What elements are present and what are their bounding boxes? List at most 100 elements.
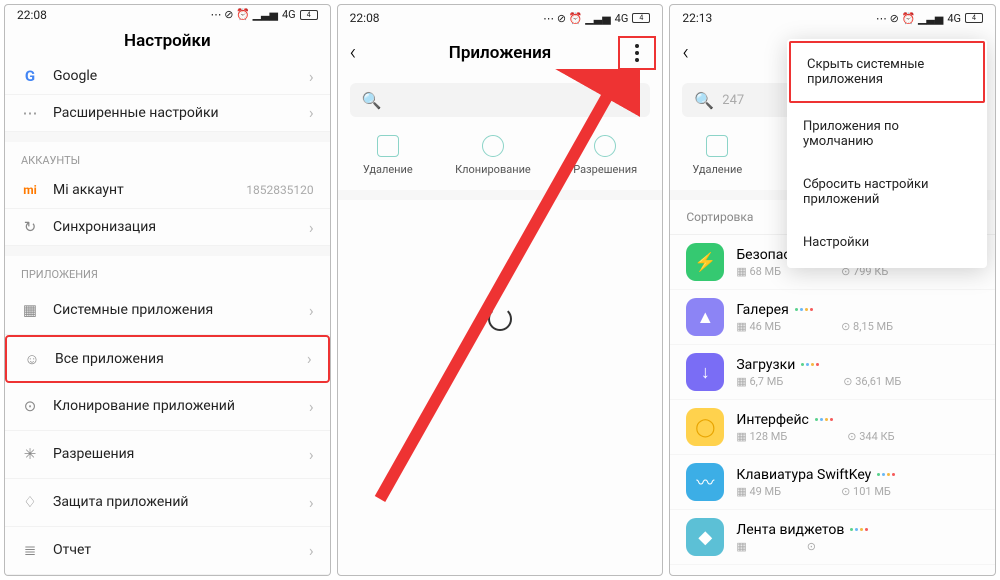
app-cache-size: ⊙ 344 КБ (847, 430, 894, 443)
overflow-menu-button[interactable] (626, 42, 648, 64)
loading-dots-icon (795, 308, 813, 311)
app-name: Лента виджетов (736, 522, 979, 538)
screen-settings: 22:08 ⋯ ⊘ ⏰ ▁▃▅ 4G 4 Настройки GGoogle ›… (4, 4, 331, 576)
row-icon: ♢ (21, 493, 39, 511)
overflow-highlight (618, 36, 656, 70)
overflow-popup: Скрыть системные приложения Приложения п… (787, 39, 987, 268)
status-time: 22:13 (682, 11, 712, 25)
row-icon: ▦ (21, 301, 39, 319)
status-right: ⋯ ⊘ ⏰ ▁▃▅ 4G 4 (876, 12, 983, 25)
chevron-right-icon: › (309, 103, 314, 122)
sync-icon: ↻ (21, 218, 39, 236)
app-icon: ◯ (686, 408, 724, 446)
row-extended[interactable]: ⋯Расширенные настройки › (5, 95, 330, 132)
app-row[interactable]: ↓ Загрузки ▦ 6,7 МБ ⊙ 36,61 МБ (670, 345, 995, 400)
tool-delete[interactable]: Удаление (363, 135, 413, 176)
app-disk-size: ▦ 6,7 МБ (736, 375, 783, 388)
app-cache-size: ⊙ 8,15 МБ (841, 320, 893, 333)
page-title: Настройки (5, 25, 330, 58)
app-cache-size: ⊙ (807, 540, 816, 553)
settings-row[interactable]: ♢Защита приложений› (5, 479, 330, 527)
row-icon: ✳ (21, 445, 39, 463)
tool-delete[interactable]: Удаление (692, 135, 742, 176)
back-button[interactable]: ‹ (682, 41, 689, 66)
dots-icon: ⋯ (21, 104, 39, 122)
app-cache-size: ⊙ 36,61 МБ (843, 375, 901, 388)
chevron-right-icon: › (309, 218, 314, 237)
app-icon: ▲ (686, 298, 724, 336)
popup-hide-system[interactable]: Скрыть системные приложения (789, 41, 985, 103)
settings-row[interactable]: ≣Отчет› (5, 527, 330, 575)
app-icon: ⚡ (686, 243, 724, 281)
tool-clone[interactable]: Клонирование (455, 135, 531, 176)
shield-icon (594, 135, 616, 157)
row-sync[interactable]: ↻Синхронизация › (5, 209, 330, 246)
loading-dots-icon (877, 473, 895, 476)
search-result-count: 247 (722, 93, 744, 108)
app-disk-size: ▦ 46 МБ (736, 320, 781, 333)
app-icon: 〰 (686, 463, 724, 501)
search-input[interactable]: 🔍 (350, 83, 651, 117)
statusbar: 22:13 ⋯ ⊘ ⏰ ▁▃▅ 4G 4 (670, 5, 995, 31)
status-right: ⋯ ⊘ ⏰ ▁▃▅ 4G 4 (211, 8, 318, 21)
section-accounts: АККАУНТЫ (5, 132, 330, 173)
search-icon: 🔍 (362, 91, 382, 110)
app-row[interactable]: ◆ Лента виджетов ▦ ⊙ (670, 510, 995, 565)
app-disk-size: ▦ (736, 540, 746, 553)
chevron-right-icon: › (309, 67, 314, 86)
chevron-right-icon: › (309, 445, 314, 464)
chevron-right-icon: › (309, 397, 314, 416)
app-disk-size: ▦ 68 МБ (736, 265, 781, 278)
chevron-right-icon: › (307, 349, 312, 368)
status-right: ⋯ ⊘ ⏰ ▁▃▅ 4G 4 (543, 12, 650, 25)
app-disk-size: ▦ 128 МБ (736, 430, 787, 443)
screen-apps: 22:08 ⋯ ⊘ ⏰ ▁▃▅ 4G 4 ‹ Приложения 🔍 Удал… (337, 4, 664, 576)
app-row[interactable]: ◯ Интерфейс ▦ 128 МБ ⊙ 344 КБ (670, 400, 995, 455)
app-icon: ↓ (686, 353, 724, 391)
row-icon: ≣ (21, 541, 39, 559)
loading-spinner (488, 307, 512, 331)
settings-row[interactable]: ▦Системные приложения› (5, 287, 330, 335)
page-title: Приложения (449, 43, 551, 63)
app-row[interactable]: 〰 Клавиатура SwiftKey ▦ 49 МБ ⊙ 101 МБ (670, 455, 995, 510)
row-google[interactable]: GGoogle › (5, 58, 330, 95)
app-name: Галерея (736, 302, 979, 318)
app-row[interactable]: ▲ Галерея ▦ 46 МБ ⊙ 8,15 МБ (670, 290, 995, 345)
settings-row[interactable]: ☺Все приложения› (5, 335, 330, 383)
app-disk-size: ▦ 49 МБ (736, 485, 781, 498)
row-icon: ☺ (23, 350, 41, 368)
loading-dots-icon (801, 363, 819, 366)
loading-dots-icon (850, 528, 868, 531)
status-time: 22:08 (17, 8, 47, 22)
loading-dots-icon (815, 418, 833, 421)
popup-settings[interactable]: Настройки (787, 221, 987, 264)
app-name: Загрузки (736, 357, 979, 373)
app-cache-size: ⊙ 101 МБ (841, 485, 891, 498)
trash-icon (377, 135, 399, 157)
back-button[interactable]: ‹ (350, 41, 357, 66)
mi-icon: mi (21, 181, 39, 199)
screen-apps-list: 22:13 ⋯ ⊘ ⏰ ▁▃▅ 4G 4 ‹ 🔍 247 Удаление Со… (669, 4, 996, 576)
trash-icon (706, 135, 728, 157)
row-icon: ⊙ (21, 397, 39, 415)
app-name: Клавиатура SwiftKey (736, 467, 979, 483)
chevron-right-icon: › (309, 493, 314, 512)
settings-row[interactable]: ⊙Клонирование приложений› (5, 383, 330, 431)
section-apps: ПРИЛОЖЕНИЯ (5, 246, 330, 287)
tool-permissions[interactable]: Разрешения (573, 135, 637, 176)
chevron-right-icon: › (309, 541, 314, 560)
app-icon: ◆ (686, 518, 724, 556)
popup-reset[interactable]: Сбросить настройки приложений (787, 163, 987, 221)
statusbar: 22:08 ⋯ ⊘ ⏰ ▁▃▅ 4G 4 (5, 5, 330, 25)
popup-default-apps[interactable]: Приложения по умолчанию (787, 105, 987, 163)
settings-row[interactable]: ✳Разрешения› (5, 431, 330, 479)
chevron-right-icon: › (309, 301, 314, 320)
google-icon: G (21, 67, 39, 85)
statusbar: 22:08 ⋯ ⊘ ⏰ ▁▃▅ 4G 4 (338, 5, 663, 31)
search-icon: 🔍 (694, 91, 714, 110)
row-mi-account[interactable]: miMi аккаунт 1852835120 (5, 173, 330, 210)
app-name: Интерфейс (736, 412, 979, 428)
status-time: 22:08 (350, 11, 380, 25)
apps-header: ‹ Приложения (338, 31, 663, 75)
clone-icon (482, 135, 504, 157)
